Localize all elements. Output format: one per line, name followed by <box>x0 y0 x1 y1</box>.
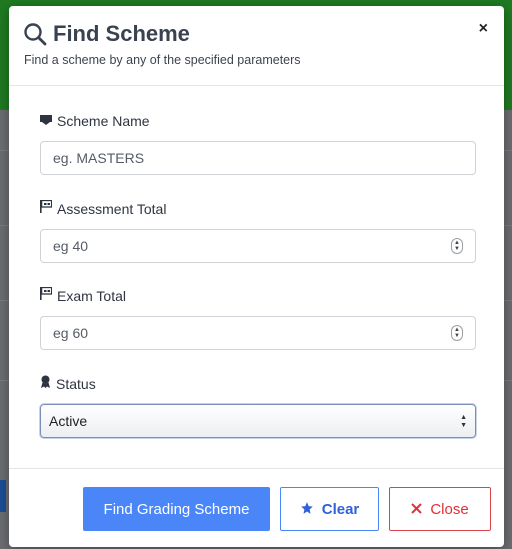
title-row: Find Scheme <box>23 21 190 47</box>
scheme-name-placeholder: eg. MASTERS <box>53 150 145 166</box>
close-icon[interactable]: × <box>479 20 488 38</box>
exam-total-placeholder: eg 60 <box>53 325 89 341</box>
assessment-total-placeholder: eg 40 <box>53 238 89 254</box>
close-button[interactable]: Close <box>389 487 491 531</box>
clear-label: Clear <box>321 500 360 518</box>
flag-icon <box>40 199 57 218</box>
close-label: Close <box>430 500 469 518</box>
status-label-row: Status <box>40 375 476 393</box>
modal-footer: Find Grading Scheme Clear Close <box>9 468 504 547</box>
scheme-name-label: Scheme Name <box>57 113 150 129</box>
clear-button[interactable]: Clear <box>280 487 379 531</box>
status-group: Status Active ▲ ▼ <box>40 375 476 438</box>
scheme-name-input[interactable]: eg. MASTERS <box>40 141 476 175</box>
star-icon <box>300 501 314 518</box>
exam-total-input[interactable]: eg 60 ▲ ▼ <box>40 316 476 350</box>
number-spinner[interactable]: ▲ ▼ <box>451 325 463 341</box>
status-selected-value: Active <box>49 413 88 429</box>
find-grading-scheme-label: Find Grading Scheme <box>103 500 250 518</box>
flag-icon <box>40 286 57 305</box>
status-select[interactable]: Active ▲ ▼ <box>40 404 476 438</box>
exam-total-label: Exam Total <box>57 288 126 304</box>
assessment-total-group: Assessment Total eg 40 ▲ ▼ <box>40 199 476 263</box>
modal-header: Find Scheme Find a scheme by any of the … <box>9 6 504 86</box>
select-arrows-icon: ▲ ▼ <box>460 414 467 429</box>
find-scheme-modal: Find Scheme Find a scheme by any of the … <box>9 6 504 547</box>
close-icon <box>411 501 423 517</box>
bookmark-icon <box>40 112 57 130</box>
modal-title: Find Scheme <box>53 21 190 46</box>
find-grading-scheme-button[interactable]: Find Grading Scheme <box>83 487 270 531</box>
search-icon <box>23 22 47 46</box>
number-spinner[interactable]: ▲ ▼ <box>451 238 463 254</box>
scheme-name-group: Scheme Name eg. MASTERS <box>40 112 476 175</box>
modal-subtitle: Find a scheme by any of the specified pa… <box>24 53 301 67</box>
assessment-total-label-row: Assessment Total <box>40 199 476 218</box>
background-button-edge <box>0 480 6 512</box>
scheme-name-label-row: Scheme Name <box>40 112 476 130</box>
exam-total-group: Exam Total eg 60 ▲ ▼ <box>40 286 476 350</box>
assessment-total-input[interactable]: eg 40 ▲ ▼ <box>40 229 476 263</box>
assessment-total-label: Assessment Total <box>57 201 167 217</box>
award-icon <box>40 375 56 393</box>
exam-total-label-row: Exam Total <box>40 286 476 305</box>
status-label: Status <box>56 376 96 392</box>
